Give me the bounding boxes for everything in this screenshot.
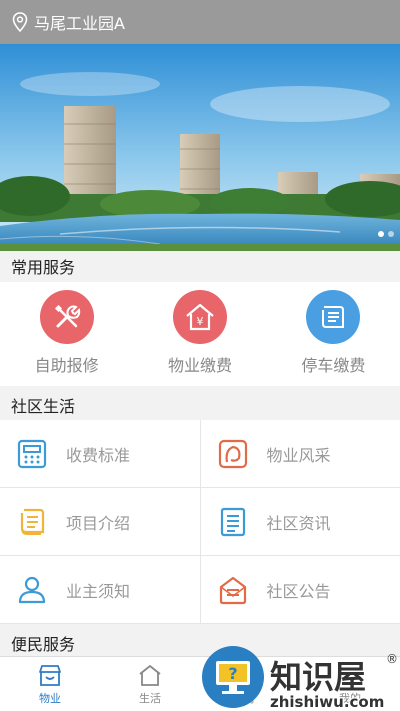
location-bar[interactable]: 马尾工业园A	[0, 0, 400, 44]
owner-notice-item[interactable]: 业主须知	[0, 556, 200, 623]
grid-item-label: 项目介绍	[66, 513, 131, 533]
house-icon	[139, 665, 161, 686]
calculator-icon	[16, 438, 48, 470]
tab-property[interactable]: 物业	[0, 657, 100, 711]
grid-item-label: 物业风采	[266, 445, 331, 465]
tab-label: 生活	[139, 692, 161, 705]
owner-icon	[16, 574, 48, 606]
location-pin-icon	[12, 12, 28, 32]
watermark-url: zhishiwu.com	[270, 693, 384, 711]
property-fee-icon: ¥	[172, 290, 227, 344]
grid-item-label: 社区公告	[266, 581, 331, 601]
section-title-common-services: 常用服务	[0, 251, 400, 281]
svg-text:?: ?	[228, 664, 237, 683]
tab-life[interactable]: 生活	[100, 657, 200, 711]
scroll-icon	[16, 506, 48, 538]
parking-fee-button[interactable]: 停车缴费	[267, 282, 400, 386]
fee-standard-item[interactable]: 收费标准	[0, 420, 200, 487]
service-label: 自助报修	[34, 356, 99, 375]
common-services-panel: 自助报修 ¥ 物业缴费 停车缴费	[0, 282, 400, 386]
carousel-dot[interactable]	[388, 231, 394, 237]
project-intro-item[interactable]: 项目介绍	[0, 488, 200, 555]
watermark-logo-icon: ? 知识屋 ® zhishiwu.com	[202, 646, 398, 711]
carousel-indicators[interactable]	[378, 231, 394, 237]
section-title-community-life: 社区生活	[0, 390, 400, 420]
home-store-icon	[39, 665, 61, 686]
self-repair-button[interactable]: 自助报修	[0, 282, 133, 386]
watermark-title: 知识屋	[270, 658, 366, 696]
property-fee-button[interactable]: ¥ 物业缴费	[133, 282, 266, 386]
watermark-registered: ®	[386, 652, 398, 666]
tab-label: 物业	[39, 692, 61, 705]
announcement-icon	[217, 574, 249, 606]
carousel-dot[interactable]	[378, 231, 384, 237]
banner-carousel[interactable]	[0, 44, 400, 251]
grid-item-label: 收费标准	[66, 445, 131, 465]
grid-item-label: 社区资讯	[266, 513, 331, 533]
community-announcement-item[interactable]: 社区公告	[199, 556, 400, 623]
property-showcase-item[interactable]: 物业风采	[199, 420, 400, 487]
svg-text:¥: ¥	[196, 315, 203, 328]
community-news-item[interactable]: 社区资讯	[199, 488, 400, 555]
banner-image	[0, 44, 400, 251]
service-label: 物业缴费	[167, 356, 232, 375]
grid-item-label: 业主须知	[66, 581, 131, 601]
news-icon	[217, 506, 249, 538]
watermark: ? 知识屋 ® zhishiwu.com	[200, 645, 400, 711]
parking-fee-icon	[306, 290, 361, 344]
service-label: 停车缴费	[301, 356, 366, 375]
repair-tools-icon	[39, 290, 94, 344]
showcase-icon	[217, 438, 249, 470]
community-life-grid: 收费标准 物业风采 项目介绍 社区资讯 业主须知 社区公告	[0, 420, 400, 624]
location-name: 马尾工业园A	[34, 14, 125, 33]
